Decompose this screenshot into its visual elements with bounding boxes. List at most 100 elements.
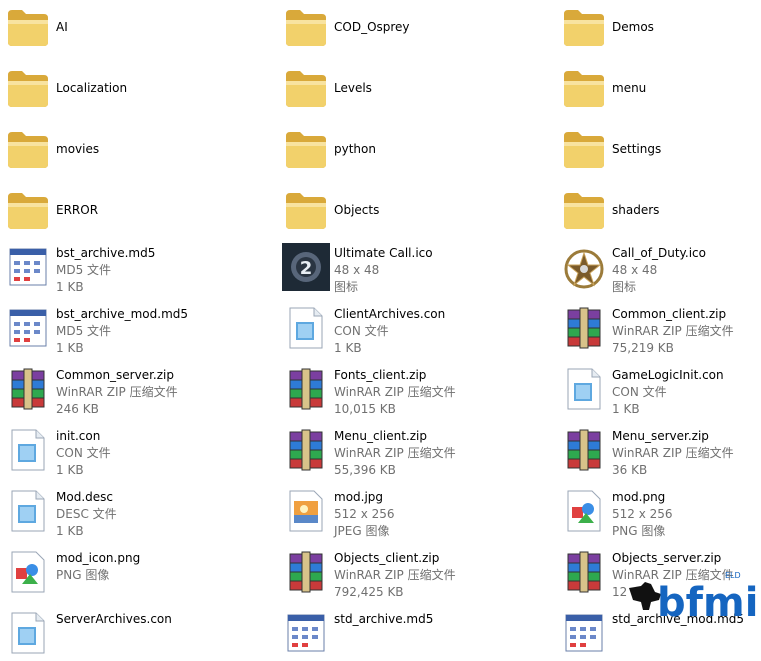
item-name: Menu_server.zip — [612, 429, 709, 443]
item-size: JPEG 图像 — [334, 524, 390, 538]
item-name: GameLogicInit.con — [612, 368, 724, 382]
item-name: Levels — [334, 81, 372, 95]
file-item[interactable]: init.con CON 文件 1 KB — [4, 426, 254, 478]
file-item[interactable]: ClientArchives.con CON 文件 1 KB — [282, 304, 532, 356]
item-name: Objects — [334, 203, 380, 217]
folder-icon — [282, 126, 330, 174]
file-item[interactable]: 2 Ultimate Call.ico 48 x 48 图标 — [282, 243, 532, 295]
svg-text:2: 2 — [300, 258, 313, 279]
file-item[interactable]: mod.jpg 512 x 256 JPEG 图像 — [282, 487, 532, 539]
item-name: mod_icon.png — [56, 551, 141, 565]
winrar-zip-icon — [560, 304, 608, 352]
item-text: Mod.desc DESC 文件 1 KB — [56, 489, 117, 540]
file-item[interactable]: Common_server.zip WinRAR ZIP 压缩文件 246 KB — [4, 365, 254, 417]
item-text: AI — [56, 19, 68, 36]
file-item[interactable]: Common_client.zip WinRAR ZIP 压缩文件 75,219 K… — [560, 304, 761, 356]
md5-file-icon — [4, 304, 52, 352]
item-type: CON 文件 — [56, 446, 111, 460]
folder-item[interactable]: shaders — [560, 187, 761, 239]
item-name: Demos — [612, 20, 654, 34]
con-file-icon — [4, 426, 52, 474]
file-item[interactable]: Menu_client.zip WinRAR ZIP 压缩文件 55,396 KB — [282, 426, 532, 478]
folder-item[interactable]: ERROR — [4, 187, 254, 239]
folder-item[interactable]: Objects — [282, 187, 532, 239]
folder-item[interactable]: AI — [4, 4, 254, 56]
item-size: 1 KB — [56, 341, 84, 355]
watermark-small-text: ELD — [725, 571, 741, 580]
winrar-zip-icon — [282, 426, 330, 474]
file-item[interactable]: Fonts_client.zip WinRAR ZIP 压缩文件 10,015 KB — [282, 365, 532, 417]
item-size: 图标 — [334, 280, 359, 294]
item-name: AI — [56, 20, 68, 34]
item-name: python — [334, 142, 376, 156]
file-item[interactable]: Mod.desc DESC 文件 1 KB — [4, 487, 254, 539]
folder-item[interactable]: movies — [4, 126, 254, 178]
file-item[interactable]: bst_archive.md5 MD5 文件 1 KB — [4, 243, 254, 295]
folder-item[interactable]: Levels — [282, 65, 532, 117]
ultimate-call-ico-icon: 2 — [282, 243, 330, 291]
png-image-icon — [560, 487, 608, 535]
item-type: 512 x 256 — [612, 507, 673, 521]
folder-item[interactable]: Localization — [4, 65, 254, 117]
item-text: GameLogicInit.con CON 文件 1 KB — [612, 367, 724, 418]
file-item[interactable]: Menu_server.zip WinRAR ZIP 压缩文件 36 KB — [560, 426, 761, 478]
winrar-zip-icon — [282, 365, 330, 413]
item-type: CON 文件 — [334, 324, 389, 338]
item-name: Objects_client.zip — [334, 551, 440, 565]
soldier-silhouette-icon: bfmil ELD — [629, 571, 761, 626]
item-size: 55,396 KB — [334, 463, 396, 477]
item-text: mod.jpg 512 x 256 JPEG 图像 — [334, 489, 395, 540]
file-item[interactable]: ServerArchives.con — [4, 609, 254, 661]
item-text: ClientArchives.con CON 文件 1 KB — [334, 306, 445, 357]
file-item[interactable]: Objects_client.zip WinRAR ZIP 压缩文件 792,425… — [282, 548, 532, 600]
jpeg-image-icon — [282, 487, 330, 535]
file-item[interactable]: Call_of_Duty.ico 48 x 48 图标 — [560, 243, 761, 295]
item-name: mod.jpg — [334, 490, 384, 504]
item-text: std_archive.md5 — [334, 611, 433, 628]
item-size: 1 KB — [56, 463, 84, 477]
item-name: Localization — [56, 81, 128, 95]
file-item[interactable]: mod.png 512 x 256 PNG 图像 — [560, 487, 761, 539]
item-name: bst_archive_mod.md5 — [56, 307, 189, 321]
bfmil-watermark: bfmil ELD — [621, 566, 761, 626]
file-item[interactable]: bst_archive_mod.md5 MD5 文件 1 KB — [4, 304, 254, 356]
item-text: Common_server.zip WinRAR ZIP 压缩文件 246 KB — [56, 367, 178, 418]
call-of-duty-ico-icon — [560, 243, 608, 291]
item-text: Common_client.zip WinRAR ZIP 压缩文件 75,219 K… — [612, 306, 734, 357]
folder-item[interactable]: COD_Osprey — [282, 4, 532, 56]
file-item[interactable]: std_archive.md5 — [282, 609, 532, 661]
file-item[interactable]: GameLogicInit.con CON 文件 1 KB — [560, 365, 761, 417]
folder-item[interactable]: Settings — [560, 126, 761, 178]
folder-item[interactable]: menu — [560, 65, 761, 117]
folder-icon — [560, 65, 608, 113]
item-text: movies — [56, 141, 99, 158]
item-size: 10,015 KB — [334, 402, 396, 416]
winrar-zip-icon — [282, 548, 330, 596]
item-type: WinRAR ZIP 压缩文件 — [334, 568, 456, 582]
item-size: PNG 图像 — [612, 524, 666, 538]
item-name: Call_of_Duty.ico — [612, 246, 706, 260]
item-name: COD_Osprey — [334, 20, 410, 34]
folder-icon — [560, 4, 608, 52]
folder-item[interactable]: python — [282, 126, 532, 178]
con-file-icon — [4, 609, 52, 657]
folder-item[interactable]: Demos — [560, 4, 761, 56]
watermark-text: bfmil — [657, 580, 761, 626]
item-text: Localization — [56, 80, 127, 97]
item-type: 512 x 256 — [334, 507, 395, 521]
item-type: MD5 文件 — [56, 324, 112, 338]
winrar-zip-icon — [4, 365, 52, 413]
file-grid: AI COD_Osprey Demos Localization Levels … — [0, 0, 761, 654]
item-name: ServerArchives.con — [56, 612, 172, 626]
item-type: 48 x 48 — [334, 263, 380, 277]
desc-file-icon — [4, 487, 52, 535]
file-item[interactable]: mod_icon.png PNG 图像 — [4, 548, 254, 600]
item-text: Settings — [612, 141, 661, 158]
item-text: menu — [612, 80, 646, 97]
winrar-zip-icon — [560, 426, 608, 474]
folder-icon — [4, 65, 52, 113]
item-name: shaders — [612, 203, 660, 217]
item-type: PNG 图像 — [56, 568, 110, 582]
item-type: CON 文件 — [612, 385, 667, 399]
item-name: init.con — [56, 429, 101, 443]
